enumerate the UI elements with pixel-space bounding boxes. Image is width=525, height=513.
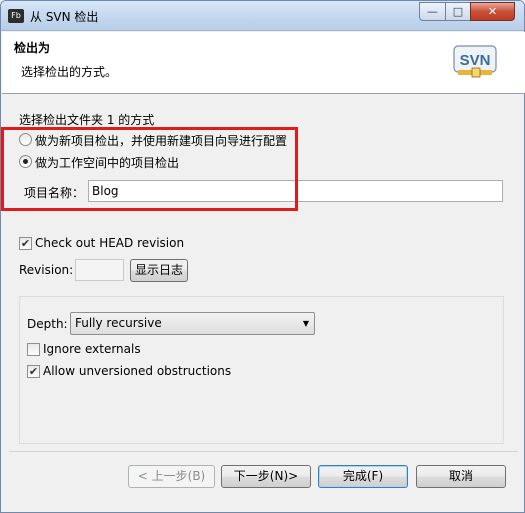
depth-select[interactable]: Fully recursive ▼ — [70, 312, 315, 335]
page-description: 选择检出的方式。 — [21, 65, 118, 79]
chevron-down-icon: ▼ — [302, 319, 309, 328]
show-log-button[interactable]: 显示日志 — [130, 259, 188, 282]
depth-label: Depth: — [27, 317, 68, 331]
depth-select-value: Fully recursive — [75, 316, 162, 330]
back-button[interactable]: < 上一步(B) — [128, 465, 215, 488]
red-highlight-box — [1, 127, 298, 211]
allow-unversioned-checkbox[interactable]: ✔ — [27, 365, 40, 378]
close-button[interactable]: ✕ — [470, 2, 515, 21]
revision-label: Revision: — [19, 263, 74, 277]
cancel-button[interactable]: 取消 — [416, 465, 506, 488]
title-bar[interactable]: Fb 从 SVN 检出 — □ ✕ — [1, 1, 524, 31]
page-title: 检出为 — [14, 41, 51, 55]
checkout-method-label: 选择检出文件夹 1 的方式 — [19, 113, 155, 127]
svn-logo-icon: SVN — [453, 45, 497, 78]
minimize-button[interactable]: — — [419, 2, 445, 21]
next-button[interactable]: 下一步(N)> — [221, 465, 311, 488]
head-revision-checkbox[interactable]: ✔ — [19, 237, 32, 250]
maximize-button[interactable]: □ — [445, 2, 470, 21]
finish-button[interactable]: 完成(F) — [318, 465, 408, 488]
window-title: 从 SVN 检出 — [30, 10, 99, 24]
footer-separator — [9, 451, 518, 452]
head-revision-label[interactable]: Check out HEAD revision — [35, 236, 184, 250]
allow-unversioned-label[interactable]: Allow unversioned obstructions — [43, 364, 231, 378]
ignore-externals-checkbox[interactable] — [27, 343, 40, 356]
svn-logo-text: SVN — [460, 52, 491, 69]
revision-input[interactable] — [75, 259, 124, 281]
flash-builder-icon: Fb — [8, 9, 24, 23]
ignore-externals-label[interactable]: Ignore externals — [43, 342, 141, 356]
dialog-window: Fb 从 SVN 检出 — □ ✕ 检出为 选择检出的方式。 SVN 选择检出文… — [0, 0, 525, 513]
